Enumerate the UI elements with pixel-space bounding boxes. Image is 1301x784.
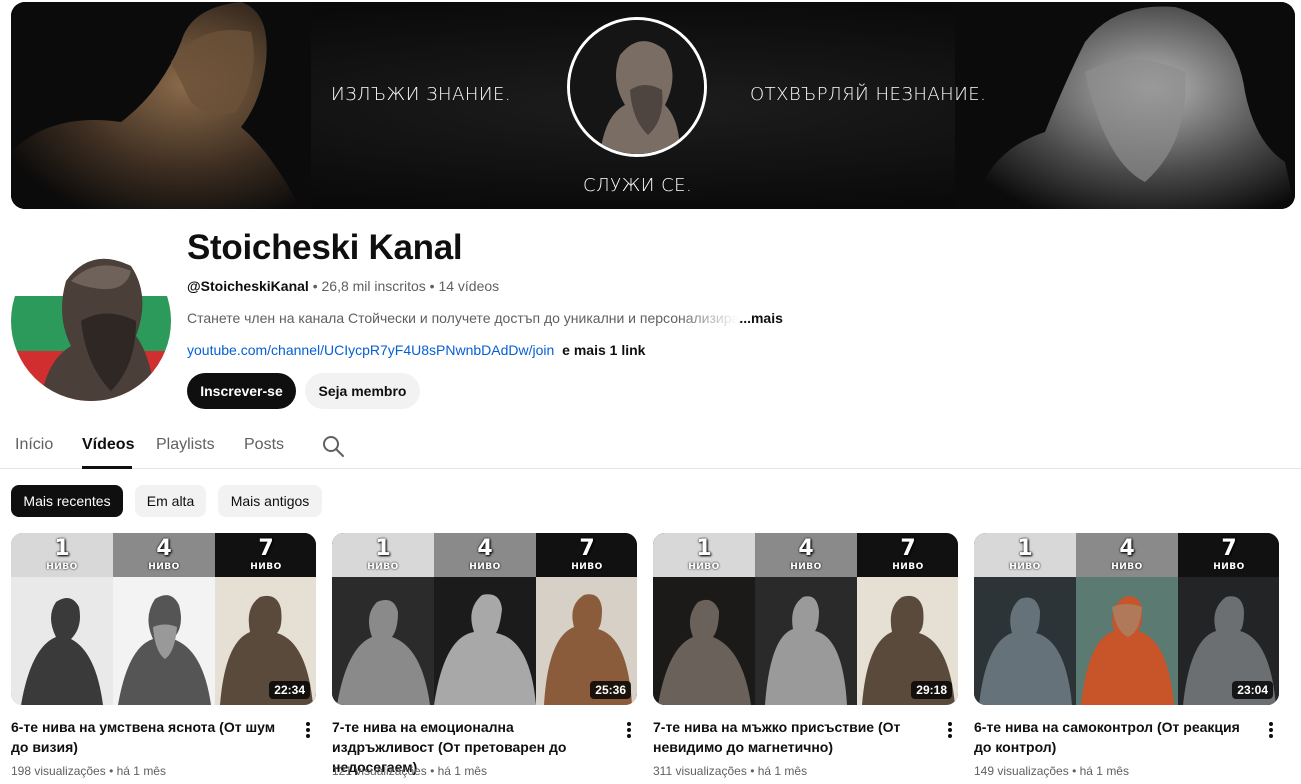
search-icon[interactable] [321,434,345,458]
channel-description[interactable]: Станете член на канала Стойчески и получ… [187,310,783,326]
more-options-icon[interactable] [942,720,958,740]
level-label: 7 НИВО [536,533,637,577]
video-thumbnail[interactable]: 1 НИВО 4 НИВО 7 НИВО 22:34 [11,533,316,705]
channel-banner: ИЗЛЪЖИ ЗНАНИЕ. ОТХВЪРЛЯЙ НЕЗНАНИЕ. СЛУЖИ… [11,2,1295,209]
video-thumbnail[interactable]: 1 НИВО 4 НИВО 7 НИВО 23:04 [974,533,1279,705]
join-link[interactable]: youtube.com/channel/UCIycpR7yF4U8sPNwnbD… [187,342,554,358]
level-label: 4 НИВО [755,533,857,577]
banner-text-bottom: СЛУЖИ СЕ. [583,175,693,196]
video-card[interactable]: 1 НИВО 4 НИВО 7 НИВО 25:36 7-те нива на емо… [332,533,637,783]
thumb-panel: 7 НИВО [1178,533,1279,705]
video-card[interactable]: 1 НИВО 4 НИВО 7 НИВО 22:34 6-те нива на умс… [11,533,316,783]
video-duration: 25:36 [590,681,631,699]
thumb-panel: 4 НИВО [113,533,215,705]
video-card[interactable]: 1 НИВО 4 НИВО 7 НИВО 23:04 6-те нива на сам… [974,533,1279,783]
more-options-icon[interactable] [1263,720,1279,740]
video-stats: 149 visualizações • há 1 mês [974,764,1129,778]
chip-latest[interactable]: Mais recentes [11,485,123,517]
video-duration: 23:04 [1232,681,1273,699]
level-label: 7 НИВО [215,533,316,577]
video-title[interactable]: 6-те нива на самоконтрол (От реакция до … [974,717,1254,757]
meta-separator: • [429,278,435,294]
active-tab-indicator [82,466,132,469]
thumb-panel: 1 НИВО [974,533,1076,705]
level-label: 4 НИВО [1076,533,1178,577]
level-label: 7 НИВО [1178,533,1279,577]
video-card[interactable]: 1 НИВО 4 НИВО 7 НИВО 29:18 7-те нива на мъж… [653,533,958,783]
channel-meta: @StoicheskiKanal • 26,8 mil inscritos • … [187,278,499,294]
thumb-panel: 1 НИВО [11,533,113,705]
video-thumbnail[interactable]: 1 НИВО 4 НИВО 7 НИВО 25:36 [332,533,637,705]
thumb-panel: 4 НИВО [434,533,536,705]
join-button[interactable]: Seja membro [305,373,420,409]
level-label: 1 НИВО [974,533,1076,577]
more-options-icon[interactable] [621,720,637,740]
thumb-panel: 7 НИВО [536,533,637,705]
level-label: 7 НИВО [857,533,958,577]
description-text: Станете член на канала Стойчески и получ… [187,310,740,326]
thumb-panel: 4 НИВО [1076,533,1178,705]
thumb-panel: 7 НИВО [857,533,958,705]
thumb-panel: 4 НИВО [755,533,857,705]
banner-medallion-image [567,17,707,157]
channel-name: Stoicheski Kanal [187,228,463,267]
banner-text-right: ОТХВЪРЛЯЙ НЕЗНАНИЕ. [750,84,987,105]
statue-left-image [11,2,311,209]
thumb-panel: 7 НИВО [215,533,316,705]
video-title[interactable]: 6-те нива на умствена яснота (От шум до … [11,717,291,757]
video-duration: 22:34 [269,681,310,699]
subscriber-count: 26,8 mil inscritos [321,278,426,294]
tab-videos[interactable]: Vídeos [82,436,134,454]
subscribe-button[interactable]: Inscrever-se [187,373,296,409]
channel-links: youtube.com/channel/UCIycpR7yF4U8sPNwnbD… [187,342,645,358]
video-count: 14 vídeos [438,278,500,294]
video-duration: 29:18 [911,681,952,699]
level-label: 1 НИВО [332,533,434,577]
video-stats: 121 visualizações • há 1 mês [332,764,487,778]
more-link[interactable]: ...mais [739,310,783,326]
video-stats: 311 visualizações • há 1 mês [653,764,808,778]
level-label: 1 НИВО [11,533,113,577]
tab-playlists[interactable]: Playlists [156,436,215,454]
level-label: 4 НИВО [113,533,215,577]
tab-inicio[interactable]: Início [15,436,53,454]
thumb-panel: 1 НИВО [332,533,434,705]
banner-text-left: ИЗЛЪЖИ ЗНАНИЕ. [331,84,512,105]
tab-posts[interactable]: Posts [244,436,284,454]
channel-avatar[interactable] [11,241,171,401]
channel-tabs: Início Vídeos Playlists Posts [0,424,1301,469]
more-links-button[interactable]: e mais 1 link [562,342,645,358]
statue-right-image [955,2,1295,209]
chip-oldest[interactable]: Mais antigos [218,485,322,517]
more-options-icon[interactable] [300,720,316,740]
channel-handle: @StoicheskiKanal [187,278,309,294]
video-thumbnail[interactable]: 1 НИВО 4 НИВО 7 НИВО 29:18 [653,533,958,705]
chip-popular[interactable]: Em alta [135,485,206,517]
video-title[interactable]: 7-те нива на мъжко присъствие (От невиди… [653,717,933,757]
thumb-panel: 1 НИВО [653,533,755,705]
video-stats: 198 visualizações • há 1 mês [11,764,166,778]
level-label: 1 НИВО [653,533,755,577]
level-label: 4 НИВО [434,533,536,577]
meta-separator: • [312,278,318,294]
